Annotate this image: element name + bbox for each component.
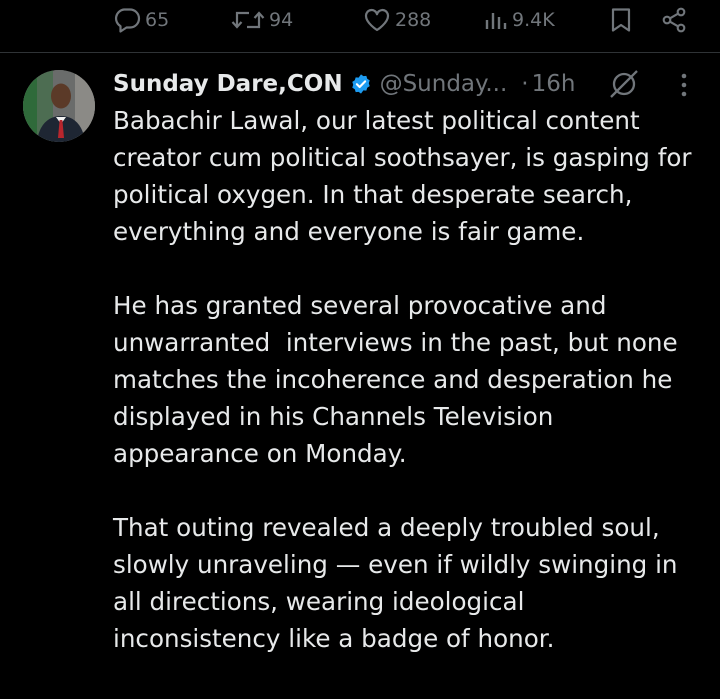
paragraph-1: Babachir Lawal, our latest political con… <box>113 102 708 250</box>
text-line: That outing revealed a deeply troubled s… <box>113 513 660 542</box>
reply-count: 65 <box>145 9 170 31</box>
reply-button[interactable]: 65 <box>113 6 169 34</box>
separator-dot: · <box>521 71 529 97</box>
like-button[interactable]: 288 <box>363 6 431 34</box>
text-line: creator cum political soothsayer, is gas… <box>113 143 692 172</box>
author-handle[interactable]: @Sunday... <box>380 71 508 97</box>
text-line: everything and everyone is fair game. <box>113 217 585 246</box>
like-count: 288 <box>395 9 432 31</box>
share-button[interactable] <box>661 6 687 34</box>
grok-icon[interactable] <box>607 68 641 100</box>
text-line: inconsistency like a badge of honor. <box>113 624 555 653</box>
like-icon <box>364 8 390 32</box>
views-count: 9.4K <box>512 9 555 31</box>
text-line: matches the incoherence and desperation … <box>113 365 673 394</box>
text-line: all directions, wearing ideological <box>113 587 525 616</box>
tweet-divider <box>0 52 720 53</box>
tweet-thread-view: 65 94 288 9.4K Sunday Dare,CON @Sunday..… <box>0 0 720 699</box>
text-line: slowly unraveling — even if wildly swing… <box>113 550 678 579</box>
bookmark-icon <box>611 8 631 32</box>
avatar[interactable] <box>23 70 95 142</box>
tweet-text: Babachir Lawal, our latest political con… <box>113 102 708 694</box>
text-line: political oxygen. In that desperate sear… <box>113 180 633 209</box>
repost-icon <box>231 11 265 29</box>
text-line: unwarranted interviews in the past, but … <box>113 328 678 357</box>
paragraph-2: He has granted several provocative and u… <box>113 287 708 472</box>
paragraph-3: That outing revealed a deeply troubled s… <box>113 509 708 657</box>
views-icon <box>485 13 507 29</box>
tweet-header: Sunday Dare,CON @Sunday... · 16h <box>113 66 575 102</box>
verified-badge-icon <box>351 74 370 94</box>
bookmark-button[interactable] <box>609 6 633 34</box>
text-line: Babachir Lawal, our latest political con… <box>113 106 640 135</box>
previous-tweet-action-bar: 65 94 288 9.4K <box>0 0 720 42</box>
text-line: He has granted several provocative and <box>113 291 607 320</box>
more-icon[interactable] <box>676 72 692 98</box>
repost-count: 94 <box>269 9 294 31</box>
tweet-time[interactable]: 16h <box>532 71 576 97</box>
share-icon <box>662 7 686 33</box>
reply-icon <box>114 8 141 33</box>
avatar-photo <box>23 70 95 142</box>
views-button[interactable]: 9.4K <box>484 6 555 34</box>
text-line: appearance on Monday. <box>113 439 407 468</box>
text-line: displayed in his Channels Television <box>113 402 554 431</box>
author-name[interactable]: Sunday Dare,CON <box>113 71 343 97</box>
repost-button[interactable]: 94 <box>231 6 293 34</box>
